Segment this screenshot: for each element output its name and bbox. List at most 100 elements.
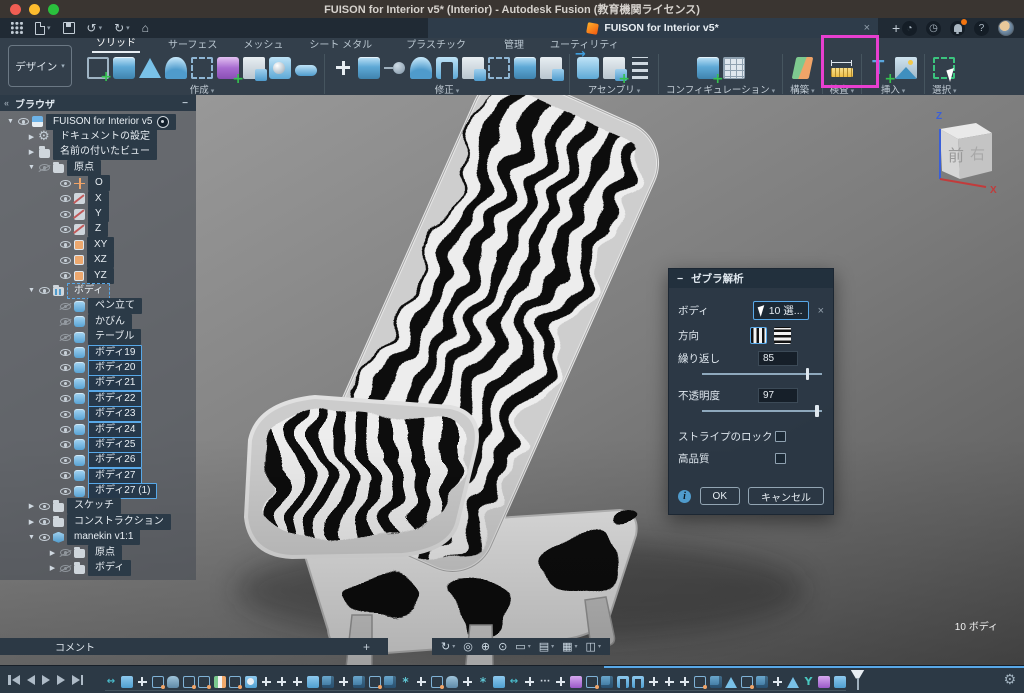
grid-settings-icon[interactable]: ▦▾ xyxy=(559,640,580,653)
tree-item-label[interactable]: コンストラクション xyxy=(67,514,171,530)
opacity-input[interactable]: 97 xyxy=(758,388,798,403)
timeline-sketch-icon[interactable] xyxy=(152,676,164,688)
step-back-button[interactable] xyxy=(27,675,35,685)
comment-bar[interactable]: コメント + xyxy=(0,638,388,655)
create-sketch-icon[interactable] xyxy=(87,57,109,79)
tree-row[interactable]: テーブル xyxy=(0,329,196,344)
tree-item-label[interactable]: テーブル xyxy=(88,329,141,345)
tree-item-label[interactable]: ボディ24 xyxy=(88,422,142,438)
expander-icon[interactable]: ▼ xyxy=(27,164,36,171)
view-cube-right-label[interactable]: 右 xyxy=(970,146,985,163)
cone-icon[interactable] xyxy=(139,58,161,78)
offset-face-icon[interactable] xyxy=(514,57,536,79)
visibility-on-icon[interactable] xyxy=(60,226,71,233)
pattern-icon[interactable] xyxy=(540,57,562,79)
timeline-tri-icon[interactable] xyxy=(725,677,737,688)
tree-row[interactable]: ペン立て xyxy=(0,299,196,314)
tree-row[interactable]: ボディ24 xyxy=(0,422,196,437)
timeline-playhead[interactable] xyxy=(851,670,865,690)
tree-row[interactable]: XZ xyxy=(0,253,196,268)
expander-icon[interactable]: ▼ xyxy=(27,534,36,541)
app-grid-icon[interactable] xyxy=(6,19,28,37)
group-label[interactable]: 選択 ▾ xyxy=(932,82,956,96)
replace-face-icon[interactable] xyxy=(384,57,406,79)
expander-icon[interactable]: ▶ xyxy=(27,148,36,156)
visibility-on-icon[interactable] xyxy=(39,518,50,525)
notifications-icon[interactable] xyxy=(950,21,965,36)
expander-icon[interactable]: ▶ xyxy=(27,502,36,510)
expander-icon[interactable]: ▼ xyxy=(27,287,36,294)
tree-row[interactable]: ▼manekin v1:1 xyxy=(0,530,196,545)
visibility-on-icon[interactable] xyxy=(39,534,50,541)
tree-item-label[interactable]: O xyxy=(88,175,110,191)
tree-row[interactable]: ボディ27 (1) xyxy=(0,483,196,498)
visibility-off-icon[interactable] xyxy=(39,164,50,171)
view-cube-front-label[interactable]: 前 xyxy=(948,147,964,165)
visibility-off-icon[interactable] xyxy=(60,334,71,341)
box-icon[interactable] xyxy=(113,57,135,79)
display-settings-icon[interactable]: ▤▾ xyxy=(536,640,557,653)
pipe-icon[interactable] xyxy=(295,65,317,76)
tree-item-label[interactable]: ボディ19 xyxy=(88,345,142,361)
timeline-sketch-icon[interactable] xyxy=(431,676,443,688)
tree-row[interactable]: ▼FUISON for Interior v5 xyxy=(0,114,196,129)
form-icon[interactable] xyxy=(217,57,239,79)
measure-icon[interactable] xyxy=(831,68,853,77)
avatar[interactable] xyxy=(998,20,1014,36)
timeline-settings-gear-icon[interactable]: ⚙ xyxy=(1003,671,1016,688)
timeline-spark-icon[interactable] xyxy=(477,676,489,688)
ribbon-tab-3[interactable]: メッシュ xyxy=(239,36,287,53)
timeline-sketch-icon[interactable] xyxy=(741,676,753,688)
timeline-body-dark-icon[interactable] xyxy=(384,676,396,688)
tree-row[interactable]: ▼ ボディ xyxy=(0,283,196,298)
joint-icon[interactable] xyxy=(603,57,625,79)
new-file-icon[interactable]: ▾ xyxy=(30,19,56,37)
zoom-icon[interactable]: ⊙ xyxy=(495,640,510,653)
tree-row[interactable]: ボディ19 xyxy=(0,345,196,360)
timeline-body-dark-icon[interactable] xyxy=(756,676,768,688)
timeline-sketch-icon[interactable] xyxy=(694,676,706,688)
visibility-off-icon[interactable] xyxy=(60,549,71,556)
tree-row[interactable]: XY xyxy=(0,237,196,252)
timeline-move-icon[interactable] xyxy=(524,676,536,688)
timeline-body-icon[interactable] xyxy=(307,676,319,688)
tree-item-label[interactable]: Y xyxy=(88,206,109,222)
timeline-body-icon[interactable] xyxy=(121,676,133,688)
timeline-stitch-icon[interactable] xyxy=(508,676,520,688)
tree-item-label[interactable]: スケッチ xyxy=(67,498,121,514)
lock-stripes-checkbox[interactable] xyxy=(775,431,786,442)
ribbon-tab-5[interactable]: プラスチック xyxy=(402,36,470,53)
tree-item-label[interactable]: 原点 xyxy=(67,160,101,176)
timeline-sketch-icon[interactable] xyxy=(229,676,241,688)
visibility-on-icon[interactable] xyxy=(60,211,71,218)
visibility-on-icon[interactable] xyxy=(60,488,71,495)
tree-item-label[interactable]: ボディ26 xyxy=(88,452,142,468)
tree-row[interactable]: ボディ25 xyxy=(0,437,196,452)
group-label[interactable]: アセンブリ ▾ xyxy=(588,82,641,96)
insert-text-icon[interactable] xyxy=(869,57,891,79)
tree-item-label[interactable]: FUISON for Interior v5 xyxy=(46,114,176,130)
visibility-on-icon[interactable] xyxy=(60,180,71,187)
tree-item-label[interactable]: 原点 xyxy=(88,545,122,561)
timeline-purple-icon[interactable] xyxy=(570,676,582,688)
collapse-panel-icon[interactable]: « xyxy=(4,98,9,108)
tree-item-label[interactable]: ボディ xyxy=(67,283,110,299)
tree-row[interactable]: ▶ボディ xyxy=(0,560,196,575)
visibility-on-icon[interactable] xyxy=(60,457,71,464)
tree-item-label[interactable]: ボディ xyxy=(88,560,131,576)
construct-plane-icon[interactable] xyxy=(792,57,814,79)
timeline-move-icon[interactable] xyxy=(415,676,427,688)
timeline-body-icon[interactable] xyxy=(493,676,505,688)
opacity-slider[interactable] xyxy=(702,405,822,417)
timeline-dots-icon[interactable] xyxy=(539,676,551,688)
expander-icon[interactable]: ▶ xyxy=(48,549,57,557)
document-tab[interactable]: FUISON for Interior v5* × xyxy=(428,18,878,38)
tree-item-label[interactable]: XY xyxy=(87,237,114,253)
tree-row[interactable]: ▼ 原点 xyxy=(0,160,196,175)
tree-item-label[interactable]: XZ xyxy=(87,252,114,268)
timeline-shell-icon[interactable] xyxy=(617,676,629,688)
timeline-sketch-icon[interactable] xyxy=(586,676,598,688)
fillet-icon[interactable] xyxy=(410,57,432,79)
visibility-off-icon[interactable] xyxy=(60,565,71,572)
tree-row[interactable]: Z xyxy=(0,222,196,237)
